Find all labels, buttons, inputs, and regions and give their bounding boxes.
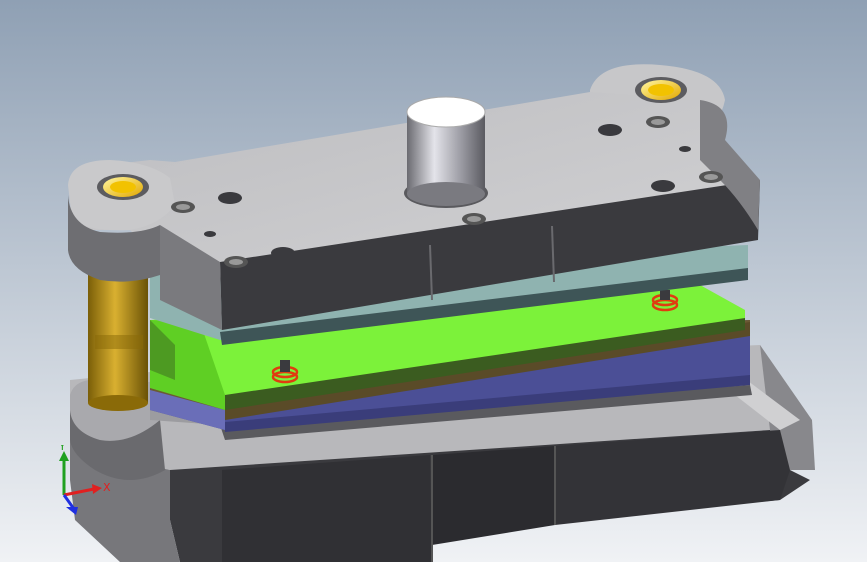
guide-bushing-left (97, 174, 149, 200)
y-axis-label: Y (58, 445, 66, 453)
graphics-viewport[interactable]: Y X (0, 0, 867, 562)
die-shank[interactable] (404, 96, 488, 208)
x-axis-arrow-icon (92, 484, 102, 494)
guide-bushing-right (635, 77, 687, 103)
x-axis-label: X (103, 481, 111, 494)
z-axis-arrow-icon (66, 507, 78, 515)
coordinate-triad: Y X (58, 445, 111, 515)
x-axis-line (63, 487, 95, 497)
z-axis-line (62, 494, 76, 510)
cad-model-view[interactable] (0, 0, 867, 562)
